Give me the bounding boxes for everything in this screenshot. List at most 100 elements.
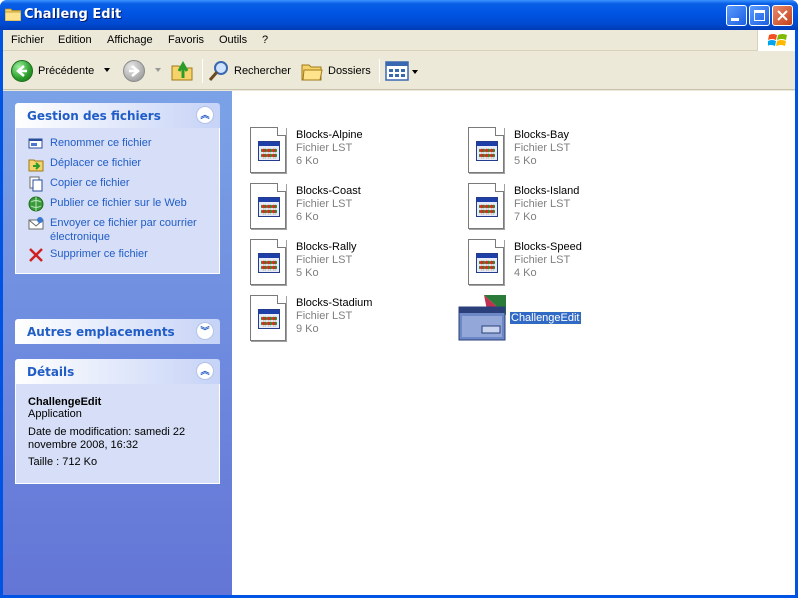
task-email-label: Envoyer ce fichier par courrier électron… [50,217,197,243]
lst-file-icon [248,127,288,175]
file-item[interactable]: Blocks-Coast Fichier LST 6 Ko [238,181,438,231]
search-icon [208,61,228,81]
windows-logo-icon [757,30,795,51]
back-button[interactable]: Précédente [3,55,115,87]
file-type: Fichier LST [514,142,571,154]
file-item[interactable]: Blocks-Rally Fichier LST 5 Ko [238,237,438,287]
lst-file-icon [248,239,288,287]
file-size: 6 Ko [296,211,319,223]
views-dropdown-icon[interactable] [412,70,418,74]
collapse-icon[interactable]: ︽ [196,362,214,380]
task-delete-label: Supprimer ce fichier [50,248,148,260]
task-rename[interactable]: Renommer ce fichier [16,136,219,156]
rename-icon [28,138,43,149]
lst-file-icon [466,183,506,231]
search-button[interactable]: Rechercher [205,55,293,87]
move-icon [28,159,44,172]
file-type: Fichier LST [514,198,571,210]
file-size: 5 Ko [514,155,537,167]
menu-outils[interactable]: Outils [219,34,247,46]
minimize-button[interactable] [726,5,747,26]
details-header[interactable]: Détails ︽ [15,359,220,384]
task-email[interactable]: Envoyer ce fichier par courrier électron… [16,216,219,247]
expand-icon[interactable]: ︾ [196,322,214,340]
email-icon [28,217,44,230]
file-list-pane: Blocks-Alpine Fichier LST 6 Ko Blocks-Ba… [232,91,795,595]
views-button[interactable] [383,55,419,87]
up-folder-icon [171,60,193,81]
menu-bar: Fichier Edition Affichage Favoris Outils… [3,30,795,51]
file-item[interactable]: Blocks-Island Fichier LST 7 Ko [456,181,656,231]
web-publish-icon [28,196,44,212]
maximize-icon [754,10,765,21]
collapse-icon[interactable]: ︽ [196,106,214,124]
views-icon [385,61,409,81]
file-size: 9 Ko [296,323,319,335]
file-type: Fichier LST [296,310,353,322]
file-tasks-panel: Gestion des fichiers ︽ Renommer ce fichi… [15,103,220,274]
file-item[interactable]: Blocks-Alpine Fichier LST 6 Ko [238,125,438,175]
lst-file-icon [466,127,506,175]
file-name: Blocks-Island [514,185,580,197]
menu-affichage[interactable]: Affichage [107,34,153,46]
menu-fichier[interactable]: Fichier [11,34,44,46]
close-button[interactable] [772,5,793,26]
folders-label: Dossiers [328,65,371,77]
file-name: Blocks-Speed [514,241,582,253]
toolbar-separator [202,59,203,83]
forward-dropdown-icon[interactable] [155,68,161,72]
task-publish-web-label: Publier ce fichier sur le Web [50,197,187,209]
close-icon [777,10,788,21]
back-arrow-icon [11,60,33,82]
file-name: Blocks-Stadium [296,297,373,309]
task-rename-label: Renommer ce fichier [50,137,152,149]
file-tasks-header[interactable]: Gestion des fichiers ︽ [15,103,220,128]
file-item[interactable]: Blocks-Stadium Fichier LST 9 Ko [238,293,438,343]
menu-edition[interactable]: Edition [58,34,92,46]
task-copy[interactable]: Copier ce fichier [16,176,219,196]
back-dropdown-icon[interactable] [104,68,110,72]
task-move[interactable]: Déplacer ce fichier [16,156,219,176]
other-places-header[interactable]: Autres emplacements ︾ [15,319,220,344]
explorer-window: Challeng Edit Fichier Edition Affichage … [0,0,798,598]
folders-button[interactable]: Dossiers [299,55,373,87]
task-publish-web[interactable]: Publier ce fichier sur le Web [16,196,219,216]
file-name: Blocks-Bay [514,129,570,141]
file-type: Fichier LST [296,142,353,154]
forward-button[interactable] [119,55,161,87]
menu-help[interactable]: ? [262,34,268,46]
file-size: 5 Ko [296,267,319,279]
lst-file-icon [248,183,288,231]
file-tasks-title: Gestion des fichiers [27,109,161,123]
app-name: ChallengeEdit [509,311,582,325]
selected-app-item[interactable]: ChallengeEdit [458,293,658,343]
details-modified-date: Date de modification: samedi 22 novembre… [28,426,186,451]
task-pane: Gestion des fichiers ︽ Renommer ce fichi… [3,91,232,595]
up-folder-button[interactable] [170,55,196,87]
toolbar-separator [379,59,380,83]
copy-icon [29,176,43,192]
file-name: Blocks-Alpine [296,129,363,141]
details-title: Détails [27,365,75,379]
file-size: 6 Ko [296,155,319,167]
file-name: Blocks-Rally [296,241,357,253]
file-item[interactable]: Blocks-Speed Fichier LST 4 Ko [456,237,656,287]
other-places-panel: Autres emplacements ︾ [15,319,220,344]
task-delete[interactable]: Supprimer ce fichier [16,247,219,267]
back-label: Précédente [38,65,95,77]
title-bar[interactable]: Challeng Edit [0,0,798,30]
file-type: Fichier LST [296,198,353,210]
window-title: Challeng Edit [24,7,122,22]
file-tasks-body: Renommer ce fichier Déplacer ce fichier [15,128,220,274]
delete-icon [29,248,43,262]
menu-favoris[interactable]: Favoris [168,34,204,46]
forward-arrow-icon [123,60,145,82]
task-copy-label: Copier ce fichier [50,177,130,189]
other-places-title: Autres emplacements [27,325,175,339]
details-panel: Détails ︽ ChallengeEdit Application Date… [15,359,220,484]
file-type: Fichier LST [514,254,571,266]
file-item[interactable]: Blocks-Bay Fichier LST 5 Ko [456,125,656,175]
maximize-button[interactable] [749,5,770,26]
lst-file-icon [466,239,506,287]
folders-icon [301,64,323,81]
